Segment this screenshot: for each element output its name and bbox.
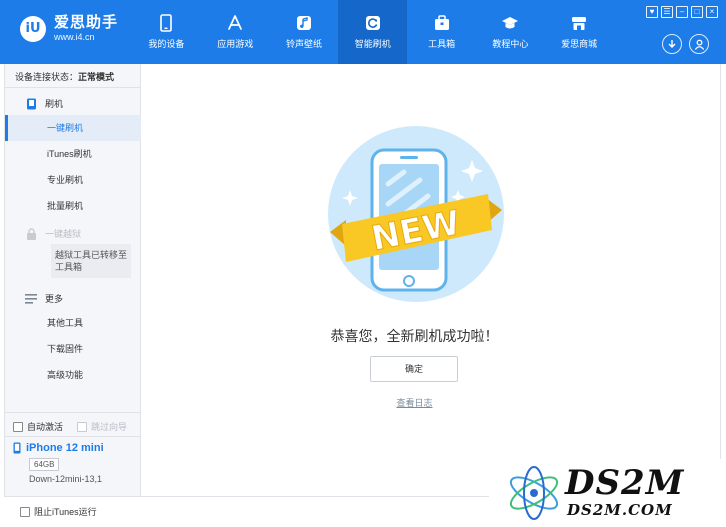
device-info: iPhone 12 mini 64GB Down-12mini-13,1 — [13, 442, 104, 484]
nav-toolbox[interactable]: 工具箱 — [407, 0, 476, 64]
store-icon — [572, 17, 587, 30]
sidebar-item-other-tools[interactable]: 其他工具 — [5, 310, 141, 336]
divider — [5, 87, 141, 88]
logo-icon: iU — [20, 15, 46, 42]
appstore-icon — [228, 15, 243, 30]
main-nav: 我的设备 应用游戏 铃声壁纸 智能刷机 工具箱 教程中心 爱思商城 — [132, 0, 614, 64]
sidebar-item-download-firmware[interactable]: 下载固件 — [5, 336, 141, 362]
confirm-button[interactable]: 确定 — [370, 356, 458, 382]
auto-activate-label: 自动激活 — [27, 422, 64, 432]
watermark-subtitle: DS2M.COM — [567, 501, 673, 519]
user-icon — [694, 39, 704, 50]
phone-icon — [160, 14, 173, 32]
atom-logo-icon — [509, 466, 559, 520]
music-icon — [296, 16, 311, 30]
device-capacity-badge: 64GB — [29, 458, 60, 471]
section-label: 一键越狱 — [45, 229, 82, 239]
main-content: NEW 恭喜您，全新刷机成功啦！ 确定 查看日志 — [141, 64, 721, 496]
app-logo: iU 爱思助手 www.i4.cn — [20, 14, 118, 43]
tooltip-line: 工具箱 — [55, 262, 83, 272]
auto-activate-checkbox[interactable] — [13, 421, 23, 432]
nav-apps-games[interactable]: 应用游戏 — [201, 0, 270, 64]
sidebar-item-batch-flash[interactable]: 批量刷机 — [5, 193, 141, 219]
refresh-icon — [365, 16, 380, 30]
sidebar-item-advanced[interactable]: 高级功能 — [5, 362, 141, 388]
skip-guide-checkbox[interactable] — [77, 421, 88, 432]
section-label: 刷机 — [45, 99, 64, 109]
nav-ringtones-wallpapers[interactable]: 铃声壁纸 — [270, 0, 339, 64]
favorite-icon[interactable]: ♥ — [646, 6, 658, 18]
view-log-link[interactable]: 查看日志 — [141, 396, 688, 409]
nav-label: 教程中心 — [492, 39, 529, 49]
section-jailbreak: 一键越狱 — [25, 227, 81, 240]
list-icon — [25, 293, 37, 305]
toolbox-icon — [434, 15, 449, 30]
status-label: 设备连接状态： — [15, 72, 79, 82]
device-name-text: iPhone 12 mini — [26, 442, 104, 454]
nav-label: 铃声壁纸 — [285, 39, 322, 49]
user-button[interactable] — [689, 34, 709, 54]
section-more: 更多 — [25, 292, 63, 305]
nav-label: 应用游戏 — [217, 39, 254, 49]
app-name: 爱思助手 — [54, 14, 119, 31]
jailbreak-tooltip: 越狱工具已转移至 工具箱 — [51, 244, 131, 278]
title-bar: iU 爱思助手 www.i4.cn 我的设备 应用游戏 铃声壁纸 智能刷机 工具… — [0, 0, 726, 64]
window-controls: ♥ ☰ – □ × — [646, 6, 718, 18]
download-icon — [668, 40, 676, 48]
sidebar-item-one-click-flash[interactable]: 一键刷机 — [5, 115, 141, 141]
close-button[interactable]: × — [706, 6, 718, 18]
download-button[interactable] — [662, 34, 682, 54]
skip-guide-label: 跳过向导 — [91, 422, 128, 432]
sidebar-item-itunes-flash[interactable]: iTunes刷机 — [5, 141, 141, 167]
sidebar: 设备连接状态：正常模式 刷机 一键刷机 iTunes刷机 专业刷机 批量刷机 一… — [4, 64, 141, 496]
device-phone-icon — [13, 442, 21, 454]
nav-label: 爱思商城 — [561, 39, 598, 49]
phone-speaker — [400, 156, 418, 159]
new-phone-illustration: NEW — [328, 126, 504, 302]
nav-my-device[interactable]: 我的设备 — [132, 0, 201, 64]
sidebar-item-pro-flash[interactable]: 专业刷机 — [5, 167, 141, 193]
nav-store[interactable]: 爱思商城 — [545, 0, 614, 64]
graduation-cap-icon — [502, 17, 519, 29]
success-message: 恭喜您，全新刷机成功啦！ — [330, 329, 499, 345]
nav-smart-flash[interactable]: 智能刷机 — [338, 0, 408, 64]
connection-status: 设备连接状态：正常模式 — [15, 70, 114, 83]
nav-label: 工具箱 — [428, 39, 456, 49]
divider — [5, 412, 141, 413]
block-itunes-row: 阻止iTunes运行 — [20, 505, 97, 518]
block-itunes-checkbox[interactable] — [20, 506, 30, 517]
watermark-title: DS2M — [565, 463, 685, 503]
status-value: 正常模式 — [78, 72, 115, 82]
nav-label: 我的设备 — [148, 39, 185, 49]
flash-phone-icon — [25, 98, 37, 110]
menu-icon[interactable]: ☰ — [661, 6, 673, 18]
tooltip-line: 越狱工具已转移至 — [55, 250, 128, 260]
minimize-button[interactable]: – — [676, 6, 688, 18]
nav-label: 智能刷机 — [354, 39, 391, 49]
watermark: DS2M DS2M.COM — [489, 459, 726, 527]
maximize-button[interactable]: □ — [691, 6, 703, 18]
device-name[interactable]: iPhone 12 mini — [13, 442, 104, 454]
divider — [5, 436, 141, 437]
block-itunes-label: 阻止iTunes运行 — [34, 507, 97, 517]
lock-icon — [25, 227, 37, 240]
auto-activate-row: 自动激活 跳过向导 — [13, 420, 127, 433]
section-flash: 刷机 — [25, 97, 63, 110]
nav-tutorials[interactable]: 教程中心 — [476, 0, 545, 64]
app-url: www.i4.cn — [54, 32, 95, 42]
section-label: 更多 — [45, 294, 64, 304]
device-model: Down-12mini-13,1 — [29, 474, 103, 484]
